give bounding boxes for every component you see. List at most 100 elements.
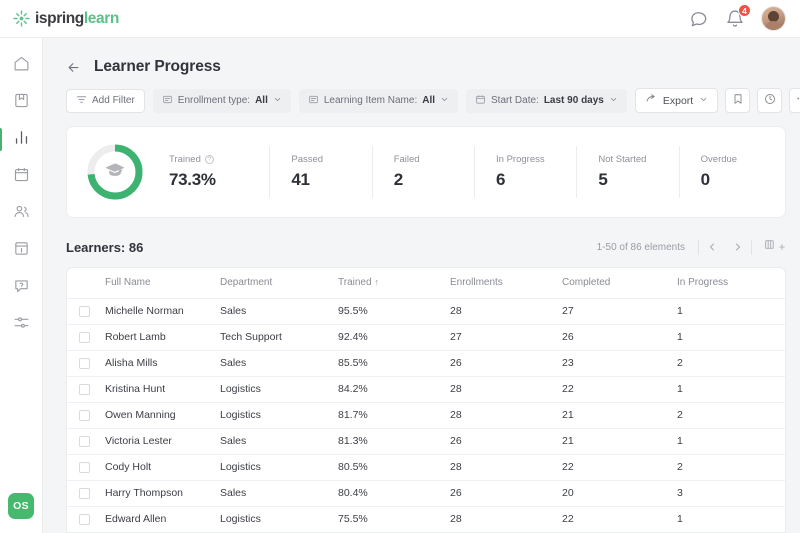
sidebar-item-calendar[interactable] xyxy=(0,158,43,195)
row-checkbox-cell xyxy=(67,350,105,376)
cell-completed: 21 xyxy=(562,428,677,454)
cell-trained: 75.5% xyxy=(338,506,450,532)
cell-enrollments: 27 xyxy=(450,324,562,350)
cell-department: Tech Support xyxy=(220,324,338,350)
row-checkbox[interactable] xyxy=(79,358,90,369)
sort-ascending-icon: ↑ xyxy=(375,277,380,287)
sidebar-item-library[interactable] xyxy=(0,84,43,121)
column-header-department[interactable]: Department xyxy=(220,268,338,298)
cell-trained: 92.4% xyxy=(338,324,450,350)
sidebar-item-content[interactable] xyxy=(0,232,43,269)
table-row[interactable]: Kristina HuntLogistics84.2%28221 xyxy=(67,376,785,402)
add-column-button[interactable] xyxy=(764,238,786,256)
chat-bubble-icon[interactable] xyxy=(689,9,709,29)
cell-trained: 84.2% xyxy=(338,376,450,402)
column-header-full-name[interactable]: Full Name xyxy=(105,268,220,298)
cell-in-progress: 1 xyxy=(677,506,785,532)
row-checkbox[interactable] xyxy=(79,436,90,447)
column-header-enrollments[interactable]: Enrollments xyxy=(450,268,562,298)
cell-completed: 21 xyxy=(562,402,677,428)
table-row[interactable]: Victoria LesterSales81.3%26211 xyxy=(67,428,785,454)
sidebar-item-help[interactable] xyxy=(0,269,43,306)
stat-label: Overdue xyxy=(701,154,781,165)
arrow-left-icon[interactable] xyxy=(66,60,81,75)
column-header-completed[interactable]: Completed xyxy=(562,268,677,298)
filter-chip-enrollment-type[interactable]: Enrollment type: All xyxy=(153,89,291,113)
table-row[interactable]: Robert LambTech Support92.4%27261 xyxy=(67,324,785,350)
page-header: Learner Progress xyxy=(43,38,800,76)
bookmark-button[interactable] xyxy=(725,88,750,113)
learners-toolbar: Learners: 86 1-50 of 86 elements xyxy=(66,236,786,258)
table-row[interactable]: Alisha MillsSales85.5%26232 xyxy=(67,350,785,376)
logo[interactable]: ispringlearn xyxy=(13,10,119,28)
sidebar-item-reports[interactable] xyxy=(0,121,43,158)
card-icon xyxy=(308,94,319,108)
add-filter-button[interactable]: Add Filter xyxy=(66,89,145,113)
row-checkbox[interactable] xyxy=(79,306,90,317)
more-options-button[interactable] xyxy=(789,88,800,113)
export-label: Export xyxy=(663,95,693,107)
filter-chip-value: All xyxy=(422,95,435,106)
table-row[interactable]: Cody HoltLogistics80.5%28222 xyxy=(67,454,785,480)
cell-enrollments: 26 xyxy=(450,350,562,376)
avatar[interactable] xyxy=(761,6,786,31)
next-page-button[interactable] xyxy=(725,237,751,257)
top-bar: ispringlearn 4 xyxy=(0,0,800,38)
table: Full Name Department Trained↑ Enrollment… xyxy=(67,268,785,532)
chevron-down-icon xyxy=(609,95,618,107)
bar-chart-icon xyxy=(13,129,30,151)
stat-label: Passed xyxy=(291,154,371,165)
column-header-trained[interactable]: Trained↑ xyxy=(338,268,450,298)
logo-text-primary: ispring xyxy=(35,10,84,27)
table-row[interactable]: Edward AllenLogistics75.5%28221 xyxy=(67,506,785,532)
row-checkbox-cell xyxy=(67,506,105,532)
stat-value: 2 xyxy=(394,170,474,190)
table-head: Full Name Department Trained↑ Enrollment… xyxy=(67,268,785,298)
table-row[interactable]: Owen ManningLogistics81.7%28212 xyxy=(67,402,785,428)
sidebar-item-settings[interactable] xyxy=(0,306,43,343)
top-actions: 4 xyxy=(689,6,786,31)
row-checkbox-cell xyxy=(67,454,105,480)
cell-trained: 95.5% xyxy=(338,298,450,324)
column-header-in-progress[interactable]: In Progress xyxy=(677,268,785,298)
export-button[interactable]: Export xyxy=(635,88,718,113)
bell-icon[interactable]: 4 xyxy=(725,9,745,29)
filter-chip-start-date[interactable]: Start Date: Last 90 days xyxy=(466,89,627,113)
cell-full-name: Alisha Mills xyxy=(105,350,220,376)
row-checkbox[interactable] xyxy=(79,384,90,395)
stat-passed: Passed 41 xyxy=(269,146,371,198)
row-checkbox[interactable] xyxy=(79,488,90,499)
history-button[interactable] xyxy=(757,88,782,113)
row-checkbox-cell xyxy=(67,376,105,402)
sidebar-item-users[interactable] xyxy=(0,195,43,232)
cell-completed: 22 xyxy=(562,506,677,532)
sliders-icon xyxy=(13,314,30,336)
panel-icon xyxy=(13,240,30,262)
prev-page-button[interactable] xyxy=(699,237,725,257)
stat-value: 0 xyxy=(701,170,781,190)
table-row[interactable]: Michelle NormanSales95.5%28271 xyxy=(67,298,785,324)
row-checkbox-cell xyxy=(67,428,105,454)
cell-department: Sales xyxy=(220,428,338,454)
columns-add-icon xyxy=(764,238,777,256)
export-icon xyxy=(645,93,657,108)
row-checkbox[interactable] xyxy=(79,410,90,421)
cell-department: Logistics xyxy=(220,376,338,402)
sidebar-user-initials[interactable]: OS xyxy=(8,493,34,519)
row-checkbox[interactable] xyxy=(79,462,90,473)
cell-in-progress: 1 xyxy=(677,298,785,324)
filter-chip-learning-item-name[interactable]: Learning Item Name: All xyxy=(299,89,458,113)
info-icon[interactable]: ? xyxy=(205,155,214,164)
card-icon xyxy=(162,94,173,108)
row-checkbox[interactable] xyxy=(79,514,90,525)
cell-enrollments: 28 xyxy=(450,402,562,428)
cell-trained: 85.5% xyxy=(338,350,450,376)
cell-full-name: Kristina Hunt xyxy=(105,376,220,402)
table-row[interactable]: Harry ThompsonSales80.4%26203 xyxy=(67,480,785,506)
cell-completed: 27 xyxy=(562,298,677,324)
cell-enrollments: 28 xyxy=(450,376,562,402)
sidebar-item-home[interactable] xyxy=(0,47,43,84)
cell-trained: 81.7% xyxy=(338,402,450,428)
select-all-header xyxy=(67,268,105,298)
row-checkbox[interactable] xyxy=(79,332,90,343)
